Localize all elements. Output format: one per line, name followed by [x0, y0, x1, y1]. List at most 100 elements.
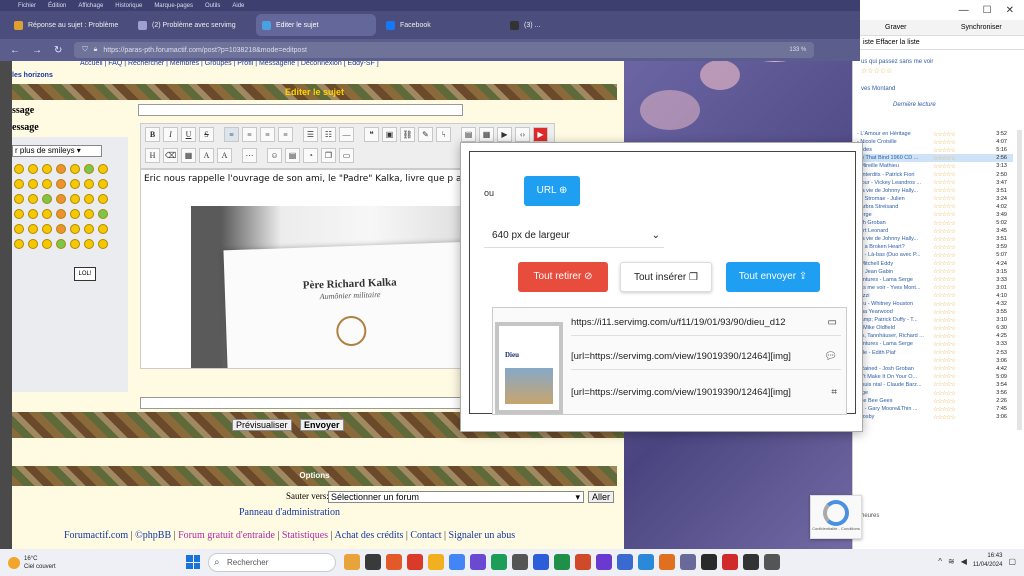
taskbar-app-icon[interactable]: [680, 554, 696, 570]
playlist-row[interactable]: s interdits - Patrick Fiori ☆☆☆☆☆ 2:50: [853, 170, 1013, 179]
taskbar-app-icon[interactable]: [764, 554, 780, 570]
minimize-button[interactable]: —: [959, 5, 969, 16]
track-rating[interactable]: ☆☆☆☆☆: [933, 244, 981, 251]
menu-item[interactable]: Historique: [115, 3, 142, 9]
playlist-row[interactable]: an't Make It On Your O... ☆☆☆☆☆ 5:09: [853, 373, 1013, 381]
taskbar-app-icon[interactable]: [659, 554, 675, 570]
copy-icon[interactable]: ❐: [321, 148, 336, 163]
bullet-list-button[interactable]: ☰: [303, 127, 318, 142]
taskbar-app-icon[interactable]: [407, 554, 423, 570]
quote-icon[interactable]: ❝: [364, 127, 379, 142]
track-rating[interactable]: ☆☆☆☆☆: [933, 220, 981, 227]
insert-all-button[interactable]: Tout insérer ❐: [620, 262, 712, 292]
close-button[interactable]: ✕: [1006, 5, 1014, 16]
footer-free-forum[interactable]: Forum gratuit d'entraide: [178, 530, 275, 541]
playlist-row[interactable]: ans me voir - Yves Mont... ☆☆☆☆☆ 3:01: [853, 284, 1013, 292]
smiley-icon[interactable]: [84, 179, 94, 189]
footer-credits[interactable]: Achat des crédits: [335, 530, 404, 541]
smiley-icon[interactable]: [70, 164, 80, 174]
taskbar-app-icon[interactable]: [638, 554, 654, 570]
track-rating[interactable]: ☆☆☆☆☆: [933, 284, 981, 291]
track-rating[interactable]: ☆☆☆☆☆: [933, 147, 981, 154]
admin-panel-link[interactable]: Panneau d'administration: [239, 507, 340, 518]
smiley-icon[interactable]: [56, 164, 66, 174]
smiley-icon[interactable]: [98, 179, 108, 189]
playlist-row[interactable]: Barbra Streisand ☆☆☆☆☆ 4:02: [853, 203, 1013, 211]
taskbar-app-icon[interactable]: [596, 554, 612, 570]
smiley-icon[interactable]: [84, 164, 94, 174]
smiley-icon[interactable]: [28, 224, 38, 234]
image-thumbnail[interactable]: Dieu: [495, 322, 563, 414]
track-rating[interactable]: ☆☆☆☆☆: [933, 228, 981, 235]
notification-icon[interactable]: ▢: [1008, 557, 1016, 566]
smiley-icon[interactable]: [98, 239, 108, 249]
menu-item[interactable]: Marque-pages: [154, 3, 193, 9]
track-rating[interactable]: ☆☆☆☆☆: [933, 236, 981, 243]
playlist-row[interactable]: - L'Amour en Héritage ☆☆☆☆☆ 3:52: [853, 130, 1013, 138]
smiley-icon[interactable]: [28, 164, 38, 174]
smiley-icon[interactable]: [70, 209, 80, 219]
track-rating[interactable]: ☆☆☆☆☆: [933, 187, 981, 194]
gallery-icon[interactable]: ▦: [479, 127, 494, 142]
menu-item[interactable]: Aide: [232, 3, 244, 9]
track-rating[interactable]: ☆☆☆☆☆: [933, 131, 981, 138]
thumbnail-code-field[interactable]: [url=https://servimg.com/view/19019390/1…: [571, 380, 841, 406]
date-icon[interactable]: ▤: [285, 148, 300, 163]
smiley-icon[interactable]: [14, 239, 24, 249]
taskbar-app-icon[interactable]: [575, 554, 591, 570]
browser-tab[interactable]: Editer le sujet: [256, 14, 376, 36]
justify-button[interactable]: ≡: [278, 127, 293, 142]
clock[interactable]: 16:43 11/04/2024: [973, 552, 1003, 570]
smiley-icon[interactable]: [70, 179, 80, 189]
smiley-icon[interactable]: [56, 194, 66, 204]
italic-button[interactable]: I: [163, 127, 178, 142]
taskbar-app-icon[interactable]: [386, 554, 402, 570]
smiley-icon[interactable]: [42, 179, 52, 189]
code-icon[interactable]: ‹›: [515, 127, 530, 142]
windows-start-icon[interactable]: [186, 555, 200, 569]
smiley-icon[interactable]: [98, 194, 108, 204]
playlist-row[interactable]: ms, Tannhäuser, Richard ... ☆☆☆☆☆ 4:25: [853, 332, 1013, 340]
weather-widget[interactable]: 16°C Ciel couvert: [0, 555, 80, 571]
track-rating[interactable]: ☆☆☆☆☆: [933, 325, 981, 332]
taskbar-app-icon[interactable]: [470, 554, 486, 570]
smiley-icon[interactable]: [42, 239, 52, 249]
clear-list-bar[interactable]: iste Effacer la liste: [853, 36, 1024, 50]
playlist-row[interactable]: bert Leonard ☆☆☆☆☆ 3:45: [853, 227, 1013, 235]
playlist-row[interactable]: - Nicole Croisille ☆☆☆☆☆ 4:07: [853, 138, 1013, 146]
maximize-button[interactable]: ☐: [983, 5, 992, 16]
send-button[interactable]: Envoyer: [300, 419, 344, 431]
align-right-button[interactable]: ≡: [260, 127, 275, 142]
smiley-icon[interactable]: [14, 209, 24, 219]
table-icon[interactable]: ▦: [181, 148, 196, 163]
strike-button[interactable]: S: [199, 127, 214, 142]
track-rating[interactable]: ☆☆☆☆☆: [933, 203, 981, 210]
smiley-icon[interactable]: [84, 209, 94, 219]
track-rating[interactable]: ☆☆☆☆☆: [933, 406, 981, 413]
flash-icon[interactable]: ϟ: [436, 127, 451, 142]
smiley-icon[interactable]: [14, 194, 24, 204]
align-left-button[interactable]: ≡: [224, 127, 239, 142]
smiley-icon[interactable]: [84, 224, 94, 234]
direct-link-field[interactable]: https://i11.servimg.com/u/f11/19/01/93/9…: [571, 310, 841, 336]
track-rating[interactable]: ☆☆☆☆☆: [933, 260, 981, 267]
smiley-icon[interactable]: [42, 164, 52, 174]
playlist-row[interactable]: sale - Edith Piaf ☆☆☆☆☆ 2:53: [853, 349, 1013, 357]
edit-icon[interactable]: ✎: [418, 127, 433, 142]
menu-item[interactable]: Édition: [48, 3, 66, 9]
underline-button[interactable]: U: [181, 127, 196, 142]
smiley-icon[interactable]: [28, 239, 38, 249]
smiley-icon[interactable]: [98, 224, 108, 234]
forum-nav-links[interactable]: Accueil | FAQ | Rechercher | Membres | G…: [12, 61, 624, 71]
track-rating[interactable]: ☆☆☆☆☆: [933, 171, 981, 178]
lol-smiley[interactable]: LOL!: [74, 267, 96, 281]
smiley-icon[interactable]: [56, 209, 66, 219]
track-rating[interactable]: ☆☆☆☆☆: [933, 179, 981, 186]
smiley-icon[interactable]: [98, 164, 108, 174]
taskbar-app-icon[interactable]: [533, 554, 549, 570]
smiley-icon[interactable]: [14, 164, 24, 174]
video-icon[interactable]: ▶: [497, 127, 512, 142]
browser-tab[interactable]: Réponse au sujet : Problème: [8, 14, 128, 36]
playlist-row[interactable]: nd a Broken Heart? ☆☆☆☆☆ 3:59: [853, 243, 1013, 251]
back-icon[interactable]: ←: [10, 45, 20, 56]
